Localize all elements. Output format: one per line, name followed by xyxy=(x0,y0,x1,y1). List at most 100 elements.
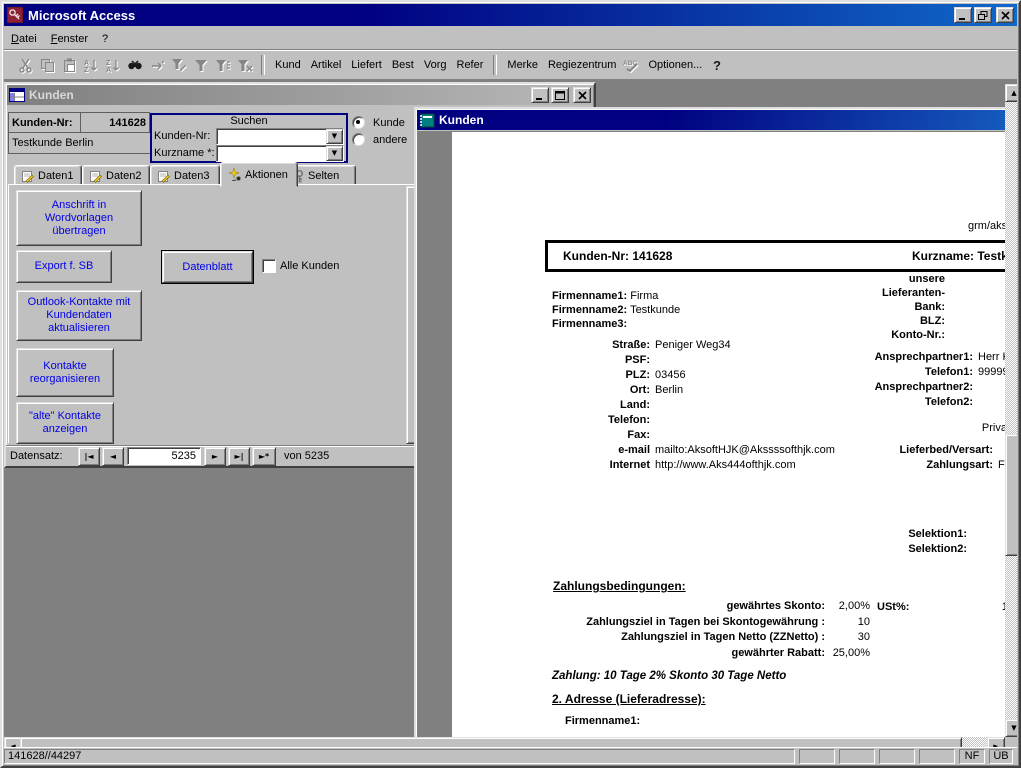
report-bank-block: unsere Lieferanten- Bank: BLZ: Konto-Nr.… xyxy=(745,272,945,342)
search-kurzname-combo[interactable]: ▼ xyxy=(216,145,344,162)
report-zahlung-note: Zahlung: 10 Tage 2% Skonto 30 Tage Netto xyxy=(552,670,786,682)
report-selektion-block: Selektion1: Selektion2: xyxy=(767,527,967,557)
copy-icon[interactable] xyxy=(36,55,58,75)
last-record-button[interactable]: ►| xyxy=(228,447,250,466)
dropdown-arrow-icon[interactable]: ▼ xyxy=(326,129,343,144)
cut-icon[interactable] xyxy=(14,55,36,75)
report-field-row: Zahlungsziel in Tagen Netto (ZZNetto) :3… xyxy=(440,631,870,647)
remove-filter-icon[interactable] xyxy=(234,55,256,75)
previous-record-button[interactable]: ◄ xyxy=(102,447,124,466)
kontakte-reorganisieren-button[interactable]: Kontakte reorganisieren xyxy=(16,348,114,397)
record-nav-label: Datensatz: xyxy=(10,450,78,462)
mdi-vertical-scrollbar[interactable]: ▲ ▼ xyxy=(1005,84,1017,737)
report-field-row: Ansprechpartner2: xyxy=(692,381,1010,396)
help-icon[interactable]: ? xyxy=(707,55,729,75)
tab-aktionen[interactable]: Aktionen xyxy=(220,162,298,187)
sparkle-icon xyxy=(227,168,241,181)
status-message: 141628//44297 xyxy=(4,749,795,764)
report-field-row: gewährtes Skonto:2,00% xyxy=(440,600,870,616)
access-window: Microsoft Access Datei Fenster ? AZ ZA xyxy=(0,0,1021,768)
titlebar: Microsoft Access xyxy=(4,4,1017,26)
toolbar-artikel-button[interactable]: Artikel xyxy=(306,56,347,74)
toolbar-vorg-button[interactable]: Vorg xyxy=(419,56,452,74)
tab-daten2-label: Daten2 xyxy=(106,170,141,182)
menu-datei[interactable]: Datei xyxy=(4,31,44,47)
form-minimize-button[interactable] xyxy=(531,87,549,103)
access-app-icon xyxy=(7,7,23,23)
alte-kontakte-button[interactable]: "alte" Kontakte anzeigen xyxy=(16,402,114,444)
record-count-label: von 5235 xyxy=(284,450,329,462)
svg-text:Z: Z xyxy=(106,60,111,67)
report-field-row: Firmenname1: Firma xyxy=(552,289,680,303)
alle-kunden-checkbox[interactable] xyxy=(262,259,276,273)
outlook-kontakte-label: Outlook-Kontakte mit Kundendaten aktuali… xyxy=(21,296,137,335)
toolbar-liefert-button[interactable]: Liefert xyxy=(346,56,387,74)
report-field-row: Telefon2: xyxy=(692,396,1010,411)
status-panel xyxy=(919,749,955,764)
spellcheck-icon[interactable]: ABC xyxy=(621,55,643,75)
record-number-input[interactable]: 5235 xyxy=(127,447,201,465)
tab-selten-label: Selten xyxy=(308,170,339,182)
report-delivery-block: Lieferbed/Versart: Zahlungsart:F xyxy=(752,444,1005,474)
report-field-row: Zahlungsziel in Tagen bei Skontogewährun… xyxy=(440,616,870,632)
goto-record-icon[interactable] xyxy=(146,55,168,75)
apply-filter-icon[interactable] xyxy=(212,55,234,75)
status-panel xyxy=(799,749,835,764)
form-maximize-button[interactable] xyxy=(551,87,569,103)
report-firmenname-block: Firmenname1: Firma Firmenname2: Testkund… xyxy=(552,289,680,331)
radio-andere-label: andere xyxy=(373,134,407,146)
search-kundennr-label: Kunden-Nr: xyxy=(154,130,216,142)
report-field-row: Zahlungsart:F xyxy=(752,459,1005,474)
customer-name-value: Testkunde Berlin xyxy=(12,137,93,149)
report-field-row: Firmenname3: xyxy=(552,317,680,331)
svg-text:A: A xyxy=(106,67,111,73)
anschrift-word-button[interactable]: Anschrift in Wordvorlagen übertragen xyxy=(16,190,142,246)
radio-group: Kunde andere xyxy=(352,114,412,148)
close-button[interactable] xyxy=(996,7,1014,23)
customer-number-value: 141628 xyxy=(81,117,149,129)
report-contacts-block: Ansprechpartner1:Herr K Telefon1:99999 A… xyxy=(692,351,1010,411)
note-icon xyxy=(21,170,34,183)
scroll-up-icon[interactable]: ▲ xyxy=(1005,84,1017,102)
toolbar-best-button[interactable]: Best xyxy=(387,56,419,74)
status-numlock: NF xyxy=(959,749,985,764)
search-kundennr-combo[interactable]: ▼ xyxy=(216,128,344,145)
report-client-area: grm/aks Kunden-Nr: 141628 Kurzname: Test… xyxy=(417,131,1017,749)
form-close-button[interactable] xyxy=(573,87,591,103)
toolbar-regiezentrum-button[interactable]: Regiezentrum xyxy=(543,56,621,74)
export-sb-button[interactable]: Export f. SB xyxy=(16,250,112,283)
sort-asc-icon[interactable]: AZ xyxy=(80,55,102,75)
filter-icon[interactable] xyxy=(190,55,212,75)
toolbar-separator xyxy=(261,55,265,75)
next-record-button[interactable]: ► xyxy=(204,447,226,466)
radio-andere[interactable] xyxy=(352,133,365,146)
dropdown-arrow-icon[interactable]: ▼ xyxy=(326,146,343,161)
svg-text:Z: Z xyxy=(84,67,89,73)
restore-button[interactable] xyxy=(974,7,992,23)
scroll-down-icon[interactable]: ▼ xyxy=(1005,719,1017,737)
report-ust-label: USt%: xyxy=(877,601,909,613)
toolbar-optionen-button[interactable]: Optionen... xyxy=(643,56,707,74)
first-record-button[interactable]: |◄ xyxy=(78,447,100,466)
form-window-title: Kunden xyxy=(29,88,529,102)
sort-desc-icon[interactable]: ZA xyxy=(102,55,124,75)
toolbar-merke-button[interactable]: Merke xyxy=(502,56,543,74)
radio-kunde[interactable] xyxy=(352,116,365,129)
report-field-row: Firmenname2: Testkunde xyxy=(552,303,680,317)
datenblatt-button[interactable]: Datenblatt xyxy=(162,251,253,283)
menu-fenster[interactable]: Fenster xyxy=(44,31,95,47)
find-icon[interactable] xyxy=(124,55,146,75)
toolbar-refer-button[interactable]: Refer xyxy=(452,56,489,74)
report-field-row: Telefon: xyxy=(512,414,835,429)
outlook-kontakte-button[interactable]: Outlook-Kontakte mit Kundendaten aktuali… xyxy=(16,290,142,341)
new-record-button[interactable]: ►* xyxy=(252,447,276,466)
paste-icon[interactable] xyxy=(58,55,80,75)
report-payment-title: Zahlungsbedingungen: xyxy=(553,579,686,593)
report-adresse2-title: 2. Adresse (Lieferadresse): xyxy=(552,692,706,706)
minimize-button[interactable] xyxy=(954,7,972,23)
menu-help[interactable]: ? xyxy=(95,31,115,47)
filter-edit-icon[interactable] xyxy=(168,55,190,75)
toolbar-kund-button[interactable]: Kund xyxy=(270,56,306,74)
vertical-scroll-thumb[interactable] xyxy=(1005,434,1017,556)
toolbar-separator xyxy=(493,55,497,75)
